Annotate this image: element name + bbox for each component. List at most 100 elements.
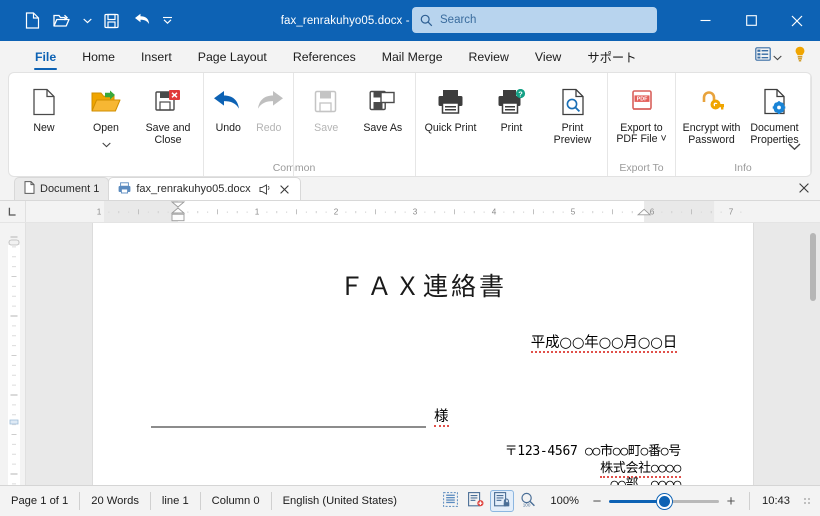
ribbon-save-and-close-button[interactable]: Save and Close [137, 79, 199, 146]
status-language[interactable]: English (United States) [272, 492, 408, 510]
zoom-in-button[interactable]: + [721, 491, 741, 511]
qat-new-button[interactable] [18, 8, 46, 34]
tab-review[interactable]: Review [456, 41, 522, 72]
ribbon-quick-print-label: Quick Print [424, 122, 477, 134]
document-scroll-area[interactable]: ＦＡＸ連絡書 平成○○年○○月○○日 様 〒123-4567 ○○市○○町○番○… [26, 223, 820, 485]
ribbon-undo-label: Undo [215, 122, 241, 134]
save-and-close-icon [155, 82, 181, 122]
vertical-scrollbar-thumb[interactable] [810, 233, 816, 301]
ribbon-open-chevron-down-icon[interactable] [101, 135, 111, 153]
ribbon-display-chevron-down-icon [773, 48, 782, 66]
addressee-suffix: 様 [434, 405, 449, 428]
zoom-percent-label[interactable]: 100% [542, 495, 585, 507]
ribbon-new-button[interactable]: New [13, 79, 75, 135]
tab-mail-merge-label: Mail Merge [381, 49, 443, 64]
reading-view-button[interactable] [490, 490, 515, 512]
minimize-button[interactable] [682, 0, 728, 41]
ribbon-group-common: New Open Save and Close [9, 73, 203, 176]
status-bar-left: Page 1 of 1 20 Words line 1 Column 0 Eng… [0, 486, 408, 516]
search-input[interactable] [440, 14, 649, 26]
tab-insert[interactable]: Insert [128, 41, 185, 72]
document-tab-document-1[interactable]: Document 1 [14, 177, 110, 200]
ribbon-save-button[interactable]: Save [298, 79, 355, 135]
tab-stop-left-icon [8, 203, 17, 221]
qat-open-button[interactable] [48, 8, 76, 34]
resize-grip-icon[interactable] [802, 495, 814, 507]
zoom-100-icon: 100 [520, 492, 536, 510]
search-box[interactable] [412, 7, 657, 33]
clock-label: 10:43 [749, 492, 796, 510]
tab-references-label: References [292, 49, 356, 64]
chevron-down-icon [788, 138, 801, 156]
tab-page-layout[interactable]: Page Layout [185, 41, 280, 72]
ribbon-group-export-to: PDF Export to PDF File ˅ Export To [607, 73, 675, 176]
print-layout-view-button[interactable] [438, 490, 462, 512]
ribbon-print-preview-button[interactable]: Print Preview [542, 79, 603, 146]
vertical-ruler[interactable] [0, 223, 26, 485]
ribbon-group-options-items: 設定 [811, 79, 812, 160]
status-column[interactable]: Column 0 [201, 492, 272, 510]
ribbon-open-button[interactable]: Open [75, 79, 137, 153]
print-layout-view-icon [442, 492, 458, 510]
maximize-button[interactable] [728, 0, 774, 41]
svg-text:1: 1 [255, 208, 260, 217]
print-icon: ? [497, 82, 527, 122]
document-tab-fax-renrakuhyo05[interactable]: fax_renrakuhyo05.docx [108, 177, 301, 200]
ribbon-quick-print-button[interactable]: Quick Print [420, 79, 481, 135]
export-pdf-icon: PDF [629, 82, 655, 122]
addressee-row: 様 [151, 402, 695, 428]
qat-undo-button[interactable] [128, 8, 156, 34]
ribbon-encrypt-password-label: Encrypt with Password [682, 122, 741, 146]
zoom-out-button[interactable]: − [587, 491, 607, 511]
status-word-count[interactable]: 20 Words [80, 492, 151, 510]
tab-view[interactable]: View [522, 41, 574, 72]
qat-save-button[interactable] [98, 8, 126, 34]
ribbon-encrypt-password-button[interactable]: Encrypt with Password [680, 79, 743, 146]
zoom-slider-handle[interactable] [657, 493, 672, 509]
vertical-scrollbar[interactable] [808, 227, 818, 481]
document-page[interactable]: ＦＡＸ連絡書 平成○○年○○月○○日 様 〒123-4567 ○○市○○町○番○… [93, 223, 753, 485]
zoom-slider[interactable] [609, 491, 719, 511]
close-tab-icon[interactable] [278, 183, 291, 196]
reading-view-icon [494, 492, 510, 510]
ribbon-display-options-button[interactable] [751, 44, 786, 69]
document-icon [24, 181, 35, 197]
tab-support[interactable]: サポート [574, 41, 649, 72]
document-tab-label: fax_renrakuhyo05.docx [136, 183, 251, 195]
ribbon-undo-button[interactable]: Undo [208, 79, 249, 135]
ribbon-redo-button[interactable]: Redo [249, 79, 290, 135]
vertical-ruler-scale [8, 223, 20, 485]
qat-customize-icon[interactable] [158, 8, 176, 34]
web-layout-view-button[interactable] [464, 490, 488, 512]
ribbon-print-button[interactable]: ? Print [481, 79, 542, 135]
undo-arrow-icon [213, 82, 243, 122]
addressee-blank-line[interactable] [151, 402, 426, 428]
ribbon-export-pdf-button[interactable]: PDF Export to PDF File ˅ [612, 79, 671, 145]
svg-text:7: 7 [729, 208, 734, 217]
status-page[interactable]: Page 1 of 1 [0, 492, 81, 510]
tab-mail-merge[interactable]: Mail Merge [369, 41, 456, 72]
status-line[interactable]: line 1 [151, 492, 201, 510]
tab-home[interactable]: Home [69, 41, 128, 72]
horizontal-ruler[interactable]: 11234567 [0, 201, 820, 223]
ribbon-collapse-button[interactable] [781, 136, 807, 158]
qat-open-chevron-down-icon[interactable] [78, 8, 96, 34]
ribbon-group-print-items: Quick Print ? Print Print Preview [416, 79, 607, 176]
sender-company-text: 株式会社○○○○ [600, 460, 681, 478]
zoom-level-button[interactable]: 100 [516, 490, 540, 512]
close-button[interactable] [774, 0, 820, 41]
ribbon-open-label: Open [93, 122, 119, 134]
ribbon-export-pdf-chevron-down-icon[interactable]: ˅ [660, 133, 666, 145]
tab-view-label: View [534, 49, 562, 64]
tab-support-label: サポート [587, 50, 637, 65]
tab-stop-selector[interactable] [0, 201, 26, 222]
help-lightbulb-button[interactable] [790, 43, 810, 70]
svg-text:?: ? [518, 90, 523, 99]
ribbon-save-as-button[interactable]: Save As [355, 79, 412, 135]
tab-file[interactable]: File [22, 41, 69, 72]
ribbon-save-and-close-label: Save and Close [145, 122, 191, 146]
close-all-documents-button[interactable] [796, 180, 812, 196]
tab-references[interactable]: References [280, 41, 369, 72]
ribbon-save-label: Save [314, 122, 339, 134]
pin-tab-icon[interactable] [258, 183, 271, 196]
